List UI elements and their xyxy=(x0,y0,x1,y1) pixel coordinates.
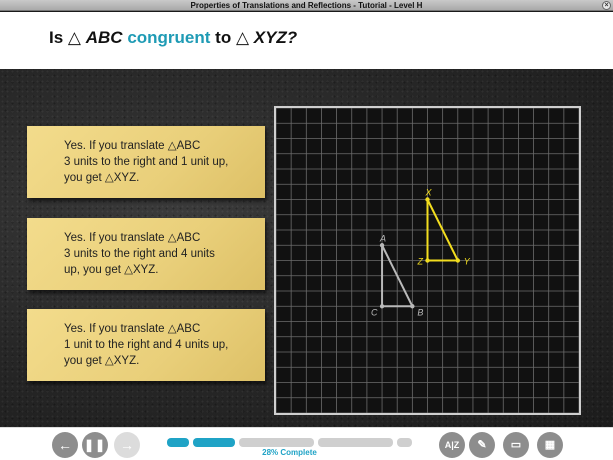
vertex-label-z: Z xyxy=(417,257,424,267)
vertex-label-a: A xyxy=(379,233,386,243)
close-button[interactable]: × xyxy=(602,1,611,10)
answer-line: you get △XYZ. xyxy=(64,355,140,367)
back-button[interactable]: ← xyxy=(52,432,78,458)
answer-line: 1 unit to the right and 4 units up, xyxy=(64,339,229,351)
answer-choice-3[interactable]: Yes. If you translate △ABC 1 unit to the… xyxy=(27,309,265,381)
coordinate-grid: A B C X Y Z xyxy=(274,106,581,415)
vertex-point-a xyxy=(379,243,385,248)
calculator-icon: ▦ xyxy=(544,439,556,451)
window-titlebar: Properties of Translations and Reflectio… xyxy=(0,0,613,11)
pencil-button[interactable]: ✎ xyxy=(469,432,495,458)
forward-arrow-icon: → xyxy=(120,437,134,453)
glossary-button[interactable]: A|Z xyxy=(439,432,465,458)
bottom-toolbar: ← ❚❚ → 28% Complete A|Z ✎ ▭ ▦ xyxy=(0,427,613,460)
triangle-symbol: △ xyxy=(67,28,81,47)
question-part-1: Is xyxy=(49,28,64,47)
forward-button[interactable]: → xyxy=(114,432,140,458)
notepad-button[interactable]: ▭ xyxy=(503,432,529,458)
vertex-point-b xyxy=(410,304,415,309)
triangle-symbol: △ xyxy=(235,28,250,47)
vertex-point-c xyxy=(379,304,385,309)
progress-segment xyxy=(318,438,393,447)
question-bar: Is △ ABC congruent to △ XYZ? xyxy=(0,12,613,69)
progress-bar xyxy=(167,438,412,447)
answer-line: up, you get △XYZ. xyxy=(64,264,159,276)
vertex-point-x xyxy=(425,197,430,202)
question-text: Is △ ABC congruent to △ XYZ? xyxy=(49,28,297,48)
close-icon: × xyxy=(604,2,609,9)
notepad-icon: ▭ xyxy=(510,439,522,451)
keyword-congruent: congruent xyxy=(127,28,211,47)
answer-line: Yes. If you translate △ABC xyxy=(64,323,201,335)
vertex-label-y: Y xyxy=(464,257,471,267)
progress-segment xyxy=(167,438,189,447)
calculator-button[interactable]: ▦ xyxy=(537,432,563,458)
vertex-label-b: B xyxy=(417,307,423,317)
pause-button[interactable]: ❚❚ xyxy=(82,432,108,458)
pencil-icon: ✎ xyxy=(477,439,487,451)
triangle-name-xyz: XYZ? xyxy=(253,28,298,47)
answer-line: Yes. If you translate △ABC xyxy=(64,232,201,244)
vertex-point-z xyxy=(425,258,430,263)
window-title: Properties of Translations and Reflectio… xyxy=(190,1,423,10)
vertex-label-c: C xyxy=(371,307,378,317)
progress-label: 28% Complete xyxy=(262,448,317,457)
answer-line: 3 units to the right and 4 units xyxy=(64,248,215,260)
progress-segment xyxy=(397,438,412,447)
answer-choice-2[interactable]: Yes. If you translate △ABC 3 units to th… xyxy=(27,218,265,290)
progress-segment xyxy=(239,438,314,447)
progress-segment xyxy=(193,438,235,447)
grid-canvas: A B C X Y Z xyxy=(276,108,579,413)
back-arrow-icon: ← xyxy=(58,437,72,453)
answer-line: you get △XYZ. xyxy=(64,172,140,184)
vertex-label-x: X xyxy=(425,188,433,198)
vertex-point-y xyxy=(455,258,460,263)
answer-choice-1[interactable]: Yes. If you translate △ABC 3 units to th… xyxy=(27,126,265,198)
answer-line: Yes. If you translate △ABC xyxy=(64,140,201,152)
glossary-icon: A|Z xyxy=(444,440,460,450)
pause-icon: ❚❚ xyxy=(83,438,107,452)
question-part-2: to xyxy=(215,28,232,47)
triangle-name-abc: ABC xyxy=(85,28,123,47)
answer-line: 3 units to the right and 1 unit up, xyxy=(64,156,229,168)
